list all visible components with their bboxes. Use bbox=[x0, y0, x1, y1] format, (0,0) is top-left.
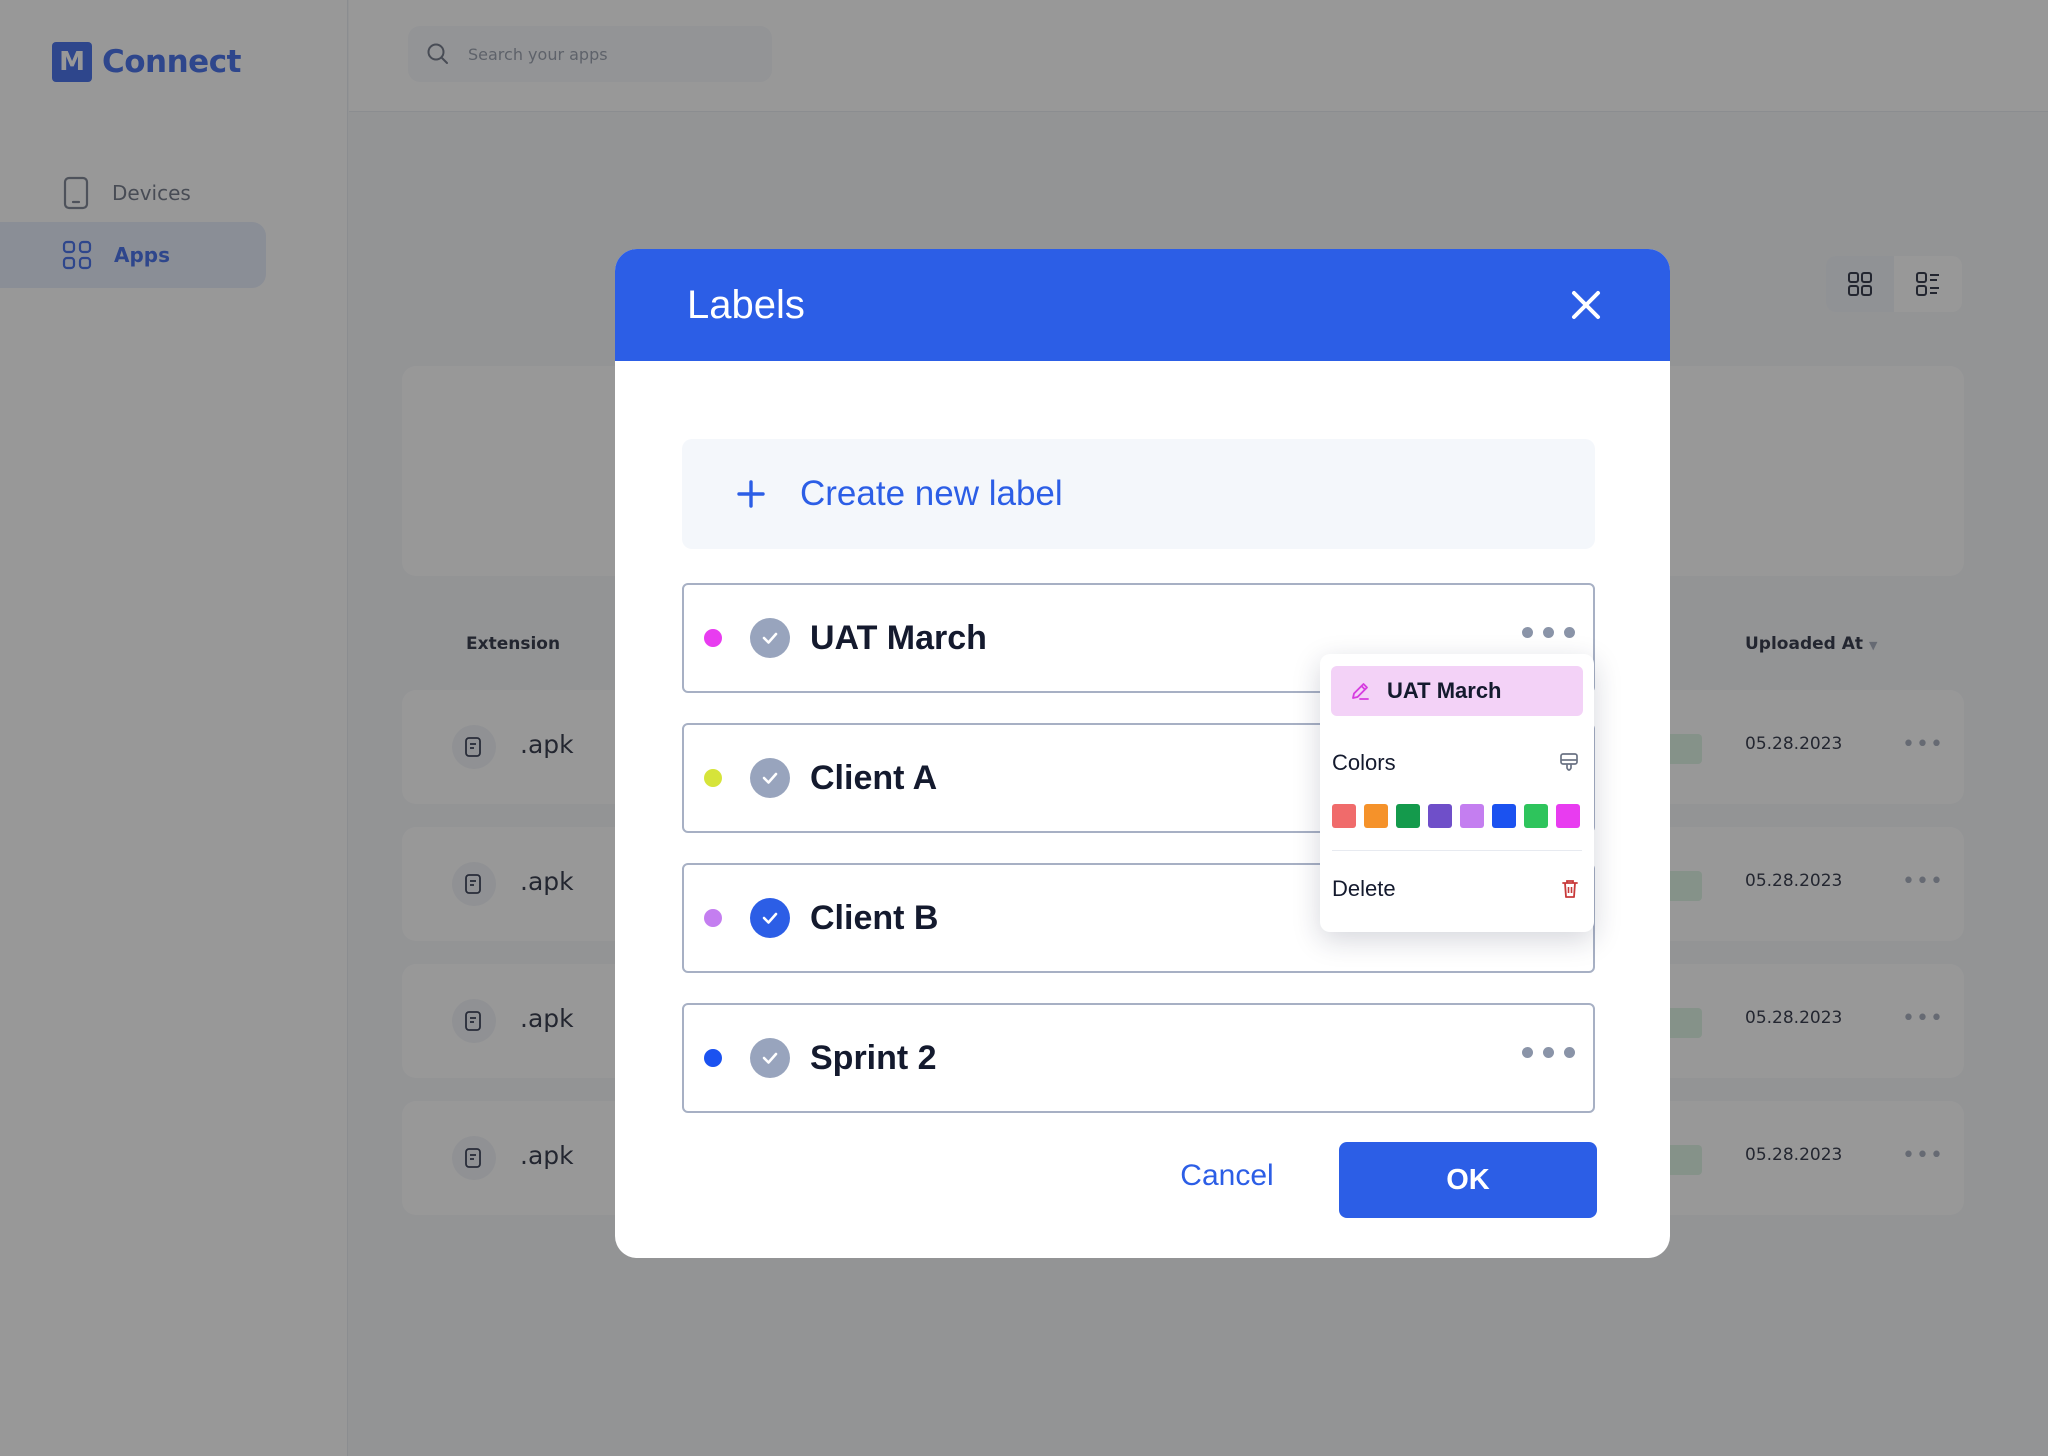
close-button[interactable] bbox=[1564, 283, 1608, 327]
label-color-dot bbox=[704, 629, 722, 647]
color-swatch[interactable] bbox=[1460, 804, 1484, 828]
color-swatch[interactable] bbox=[1428, 804, 1452, 828]
cancel-button[interactable]: Cancel bbox=[1167, 1144, 1287, 1208]
create-new-label-button[interactable]: Create new label bbox=[682, 439, 1595, 549]
delete-label-text: Delete bbox=[1332, 876, 1396, 901]
color-swatch[interactable] bbox=[1524, 804, 1548, 828]
delete-label-button[interactable]: Delete bbox=[1332, 876, 1580, 902]
label-color-dot bbox=[704, 769, 722, 787]
color-swatch[interactable] bbox=[1492, 804, 1516, 828]
dialog-header: Labels bbox=[615, 249, 1670, 361]
dialog-title: Labels bbox=[687, 282, 805, 327]
rename-field[interactable] bbox=[1331, 666, 1583, 716]
label-color-dot bbox=[704, 1049, 722, 1067]
plus-icon bbox=[737, 480, 765, 508]
paint-brush-icon bbox=[1560, 753, 1578, 771]
check-icon bbox=[762, 772, 778, 784]
label-name: Client A bbox=[810, 758, 938, 797]
divider bbox=[1332, 850, 1582, 851]
label-checkbox[interactable] bbox=[750, 758, 790, 798]
label-name: Sprint 2 bbox=[810, 1038, 937, 1077]
trash-icon bbox=[1562, 880, 1578, 898]
color-swatch[interactable] bbox=[1556, 804, 1580, 828]
check-icon bbox=[762, 632, 778, 644]
color-swatch[interactable] bbox=[1396, 804, 1420, 828]
label-name: Client B bbox=[810, 898, 939, 937]
create-label-text: Create new label bbox=[800, 474, 1063, 513]
check-icon bbox=[762, 1052, 778, 1064]
label-checkbox[interactable] bbox=[750, 898, 790, 938]
label-name-input[interactable] bbox=[1387, 678, 1577, 704]
label-checkbox[interactable] bbox=[750, 618, 790, 658]
label-item[interactable]: Sprint 2 bbox=[682, 1003, 1595, 1113]
colors-title: Colors bbox=[1332, 750, 1396, 775]
more-options-icon[interactable] bbox=[1516, 1041, 1581, 1064]
check-icon bbox=[762, 912, 778, 924]
label-name: UAT March bbox=[810, 618, 987, 657]
label-options-menu: Colors Delete bbox=[1320, 654, 1594, 932]
color-swatch[interactable] bbox=[1364, 804, 1388, 828]
color-swatches bbox=[1332, 804, 1580, 828]
close-icon bbox=[1572, 291, 1600, 319]
label-checkbox[interactable] bbox=[750, 1038, 790, 1078]
color-swatch[interactable] bbox=[1332, 804, 1356, 828]
label-color-dot bbox=[704, 909, 722, 927]
pencil-icon bbox=[1352, 683, 1369, 700]
more-options-icon[interactable] bbox=[1516, 621, 1581, 644]
ok-button[interactable]: OK bbox=[1339, 1142, 1597, 1218]
